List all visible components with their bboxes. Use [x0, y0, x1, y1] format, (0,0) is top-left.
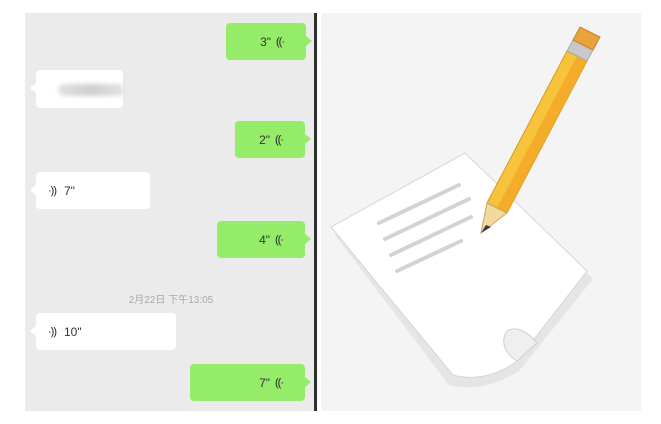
voice-message-sent[interactable]: 4" ((· — [217, 221, 311, 258]
voice-wave-icon: ((· — [276, 35, 285, 48]
voice-duration: 10" — [64, 324, 82, 339]
blurred-content — [58, 84, 124, 96]
chat-panel: 3" ((· 2" ((· ·)) 7" 4" ((· 2月22日 下午13:0… — [25, 13, 317, 411]
voice-duration: 7" — [64, 183, 75, 198]
voice-message-received[interactable]: ·)) 7" — [30, 172, 150, 209]
voice-wave-icon: ·)) — [48, 325, 57, 338]
pencil-icon — [480, 26, 601, 235]
blurred-message[interactable] — [30, 70, 124, 108]
voice-duration: 3" — [260, 34, 271, 49]
voice-message-sent[interactable]: 7" ((· — [190, 364, 311, 401]
voice-duration: 4" — [259, 232, 270, 247]
voice-message-received[interactable]: ·)) 10" — [30, 313, 176, 350]
chat-timestamp: 2月22日 下午13:05 — [128, 295, 214, 306]
voice-wave-icon: ((· — [275, 133, 284, 146]
pencil-paper-illustration — [330, 26, 601, 388]
illustration-panel — [321, 13, 641, 411]
panel-divider — [314, 13, 317, 411]
voice-wave-icon: ·)) — [48, 184, 57, 197]
voice-duration: 2" — [259, 132, 270, 147]
voice-wave-icon: ((· — [275, 376, 284, 389]
voice-message-sent[interactable]: 2" ((· — [235, 121, 311, 158]
voice-wave-icon: ((· — [275, 233, 284, 246]
voice-message-sent[interactable]: 3" ((· — [226, 23, 312, 60]
voice-duration: 7" — [259, 375, 270, 390]
